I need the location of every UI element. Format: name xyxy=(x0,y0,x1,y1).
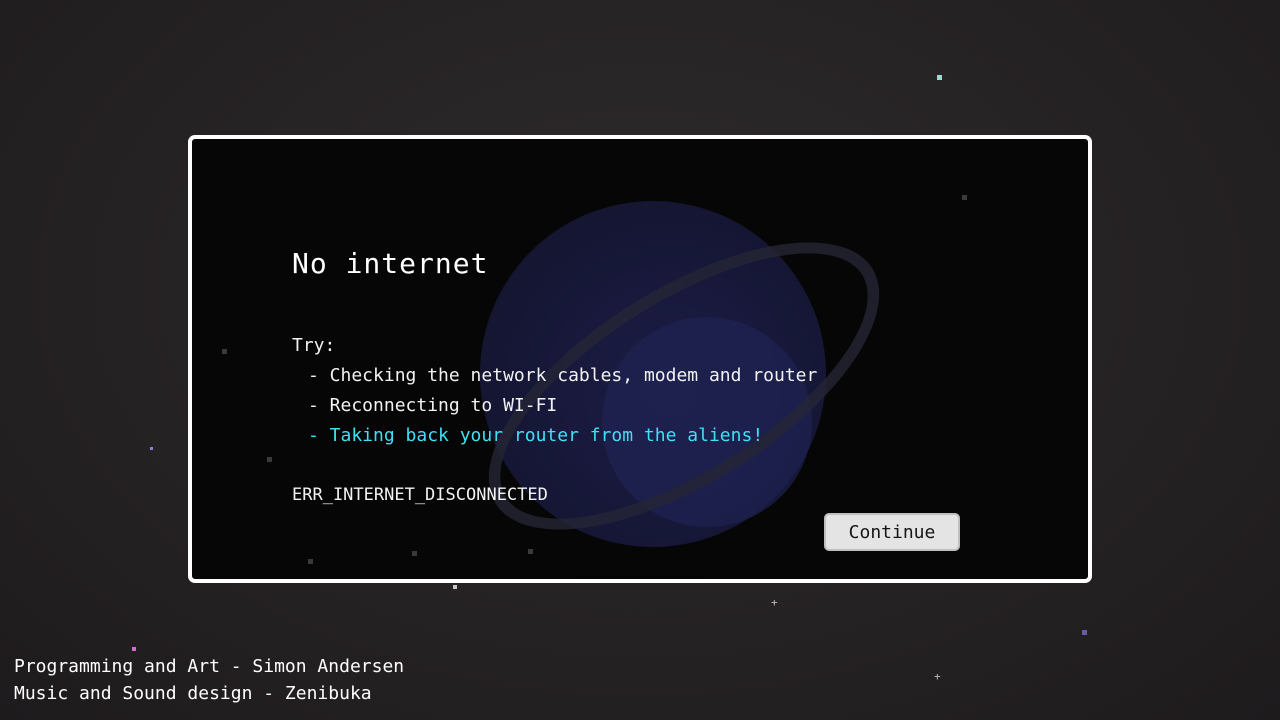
star-icon xyxy=(150,447,153,450)
sparkle-icon: + xyxy=(771,596,778,609)
star-icon xyxy=(267,457,272,462)
continue-button[interactable]: Continue xyxy=(824,513,960,551)
star-icon xyxy=(1082,630,1087,635)
tip-item: - Checking the network cables, modem and… xyxy=(308,365,818,386)
try-label: Try: xyxy=(292,335,336,356)
tip-item-highlighted: - Taking back your router from the alien… xyxy=(308,425,764,446)
credit-line-programming: Programming and Art - Simon Andersen xyxy=(14,656,405,677)
tip-item: - Reconnecting to WI-FI xyxy=(308,395,558,416)
star-icon xyxy=(962,195,967,200)
star-icon xyxy=(453,585,457,589)
star-icon xyxy=(222,349,227,354)
error-code: ERR_INTERNET_DISCONNECTED xyxy=(292,485,548,505)
sparkle-icon: + xyxy=(934,670,941,683)
dialog-title: No internet xyxy=(292,247,489,280)
star-icon xyxy=(308,559,313,564)
credit-line-music: Music and Sound design - Zenibuka xyxy=(14,683,372,704)
star-icon xyxy=(937,75,942,80)
no-internet-dialog: No internet Try: - Checking the network … xyxy=(188,135,1092,583)
star-icon xyxy=(528,549,533,554)
star-icon xyxy=(412,551,417,556)
star-icon xyxy=(132,647,136,651)
